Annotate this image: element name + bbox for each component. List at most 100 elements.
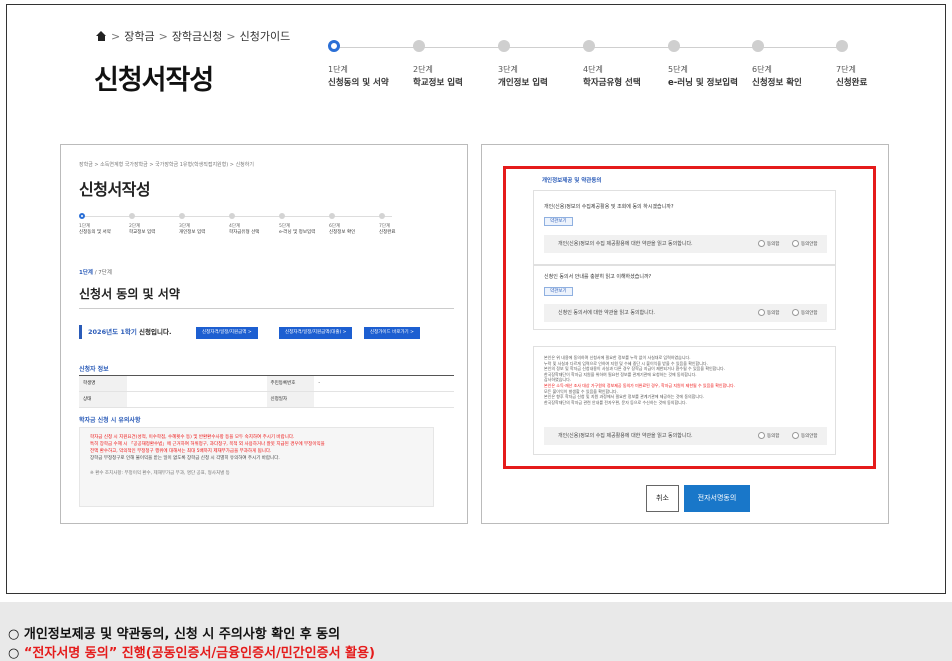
chevron-right-icon: > bbox=[226, 29, 236, 43]
step-indicator bbox=[329, 213, 335, 219]
notice-line: 전액 환수하고, 악의적인 부정청구 행위에 대해서는 최대 5배까지 제재부가… bbox=[90, 449, 272, 454]
disagree-radio[interactable]: 동의안함 bbox=[792, 309, 818, 316]
breadcrumb-item[interactable]: 장학금신청 bbox=[172, 28, 223, 44]
step-3: 3단계 개인정보 입력 bbox=[498, 40, 578, 88]
notice-line: 학자금 신청 시 지원요건(성적, 이수학점, 수혜횟수 등) 및 반환환수사항… bbox=[90, 435, 295, 440]
mini-step-1: 1단계 신청동의 및 서약 bbox=[79, 213, 129, 235]
notice-title: 학자금 신청 시 유의사항 bbox=[79, 417, 141, 424]
agree-text: 신청인 동의서에 대한 약관을 읽고 동의합니다. bbox=[558, 310, 655, 316]
mini-breadcrumb: 장학금 > 소득연계형 국가장학금 > 국가장학금 1유형(학생직접지원형) >… bbox=[79, 162, 254, 168]
mini-step-6: 6단계 신청정보 확인 bbox=[329, 213, 379, 235]
pledge-line: 한국장학재단의 학자금 관련 안내를 전자우편, 문자 등으로 수신하는 것에 … bbox=[544, 399, 687, 405]
mini-step-7: 7단계 신청완료 bbox=[379, 213, 429, 235]
eligibility-loan-button[interactable]: 신청자격/일정/지원금액(대출) > bbox=[279, 327, 353, 339]
step-label: 학교정보 입력 bbox=[413, 78, 463, 88]
divider bbox=[79, 308, 454, 309]
notice-line: ※ 환수 조치사항: 부정이익 환수, 제재부가금 부과, 명단 공표, 형사처… bbox=[90, 471, 230, 476]
step-indicator bbox=[836, 40, 848, 52]
consent-question: 개인(신용)정보의 수집제공활용 및 조회에 동의 하시겠습니까? bbox=[544, 204, 674, 210]
agree-radio[interactable]: 동의함 bbox=[758, 432, 779, 439]
step-5: 5단계 e-러닝 및 정보입력 bbox=[668, 40, 748, 88]
table-header: 학생명 bbox=[79, 376, 127, 391]
step-6: 6단계 신청정보 확인 bbox=[752, 40, 832, 88]
consent-question: 신청인 동의서 안내를 충분히 읽고 이해하셨습니까? bbox=[544, 274, 652, 280]
step-count: 1단계 / 7단계 bbox=[79, 268, 112, 276]
disagree-radio[interactable]: 동의안함 bbox=[792, 432, 818, 439]
step-number: 1단계 bbox=[328, 65, 348, 74]
step-7: 7단계 신청완료 bbox=[836, 40, 916, 88]
disagree-radio[interactable]: 동의안함 bbox=[792, 240, 818, 247]
mini-step-4: 4단계 학자금유형 선택 bbox=[229, 213, 279, 235]
applicant-info-table: 학생명 주민등록번호 - 상태 신청일자 bbox=[79, 375, 454, 408]
step-label: 신청완료 bbox=[379, 230, 396, 235]
chevron-right-icon: > bbox=[111, 29, 121, 43]
table-header: 상태 bbox=[79, 392, 127, 407]
step-label: 신청동의 및 서약 bbox=[328, 78, 389, 88]
step-label: 학자금유형 선택 bbox=[229, 230, 260, 235]
agree-row: 개인(신용)정보의 수집 제공활용에 대한 약관을 읽고 동의합니다. 동의함 … bbox=[544, 427, 827, 445]
step-indicator bbox=[79, 213, 85, 219]
step-label: 신청완료 bbox=[836, 78, 868, 88]
radio-label: 동의함 bbox=[767, 433, 780, 439]
total-steps: / 7단계 bbox=[92, 270, 112, 276]
step-label: e-러닝 및 정보입력 bbox=[668, 78, 738, 88]
agree-text: 개인(신용)정보의 수집 제공활용에 대한 약관을 읽고 동의합니다. bbox=[558, 433, 693, 439]
breadcrumb-item[interactable]: 신청가이드 bbox=[240, 28, 291, 44]
table-header: 주민등록번호 bbox=[266, 376, 315, 391]
step-4: 4단계 학자금유형 선택 bbox=[583, 40, 663, 88]
radio-label: 동의안함 bbox=[801, 433, 818, 439]
semester-suffix: 신청입니다. bbox=[136, 328, 172, 336]
current-step: 1단계 bbox=[79, 270, 93, 276]
table-cell: - bbox=[318, 381, 320, 386]
agree-radio[interactable]: 동의함 bbox=[758, 240, 779, 247]
table-cell bbox=[127, 376, 267, 391]
caption-line-1: ○ 개인정보제공 및 약관동의, 신청 시 주의사항 확인 후 동의 bbox=[8, 627, 341, 642]
step-2: 2단계 학교정보 입력 bbox=[413, 40, 493, 88]
notice-box: 학자금 신청 시 지원요건(성적, 이수학점, 수혜횟수 등) 및 반환환수사항… bbox=[79, 427, 434, 507]
step-number: 2단계 bbox=[413, 65, 433, 74]
agree-row: 신청인 동의서에 대한 약관을 읽고 동의합니다. 동의함 동의안함 bbox=[544, 304, 827, 322]
home-icon[interactable] bbox=[96, 31, 107, 41]
step-number: 5단계 bbox=[668, 65, 688, 74]
consent-header: 개인정보제공 및 약관동의 bbox=[542, 178, 602, 184]
step-label: 개인정보 입력 bbox=[498, 78, 548, 88]
agree-radio[interactable]: 동의함 bbox=[758, 309, 779, 316]
step-number: 4단계 bbox=[583, 65, 603, 74]
consent-card-2: 신청인 동의서 안내를 충분히 읽고 이해하셨습니까? 약관보기 신청인 동의서… bbox=[533, 265, 836, 330]
step-indicator bbox=[229, 213, 235, 219]
terms-button[interactable]: 약관보기 bbox=[544, 217, 573, 226]
radio-label: 동의안함 bbox=[801, 310, 818, 316]
step-indicator bbox=[279, 213, 285, 219]
eligibility-button[interactable]: 신청자격/일정/지원금액 > bbox=[196, 327, 258, 339]
section-title: 신청서 동의 및 서약 bbox=[79, 287, 180, 301]
mini-step-2: 2단계 학교정보 입력 bbox=[129, 213, 179, 235]
step-indicator bbox=[179, 213, 185, 219]
pledge-text: 본인은 위 내용에 동의하며 신청서에 필요한 정보를 누락 없이 사실대로 입… bbox=[544, 355, 827, 405]
step-number: 6단계 bbox=[752, 65, 772, 74]
step-indicator bbox=[668, 40, 680, 52]
step-label: 신청동의 및 서약 bbox=[79, 230, 111, 235]
stepper: 1단계 신청동의 및 서약 2단계 학교정보 입력 3단계 개인정보 입력 4단… bbox=[328, 40, 876, 100]
step-indicator bbox=[752, 40, 764, 52]
agree-text: 개인(신용)정보의 수집 제공활용에 대한 약관을 읽고 동의합니다. bbox=[558, 241, 693, 247]
cancel-button[interactable]: 취소 bbox=[646, 485, 679, 512]
terms-button[interactable]: 약관보기 bbox=[544, 287, 573, 296]
radio-icon bbox=[792, 309, 799, 316]
caption-bullet: ○ bbox=[8, 646, 24, 661]
notice-line: 특히 장학금 수혜 시 「공공재정환수법」에 근거하여 허위청구, 과다청구, … bbox=[90, 442, 325, 447]
step-number: 7단계 bbox=[836, 65, 856, 74]
step-indicator bbox=[328, 40, 340, 52]
step-indicator bbox=[498, 40, 510, 52]
table-cell bbox=[314, 392, 454, 407]
table-row: 상태 신청일자 bbox=[79, 392, 454, 408]
mini-step-5: 5단계 e-러닝 및 정보입력 bbox=[279, 213, 329, 235]
table-cell bbox=[127, 392, 267, 407]
consent-card-1: 개인(신용)정보의 수집제공활용 및 조회에 동의 하시겠습니까? 약관보기 개… bbox=[533, 190, 836, 265]
radio-icon bbox=[792, 240, 799, 247]
caption-emphasis: “전자서명 동의” 진행(공동인증서/금융인증서/민간인증서 활용) bbox=[23, 646, 375, 661]
mini-page-title: 신청서작성 bbox=[79, 180, 151, 199]
step-indicator bbox=[379, 213, 385, 219]
breadcrumb-item[interactable]: 장학금 bbox=[124, 28, 154, 44]
guide-button[interactable]: 신청가이드 바로가기 > bbox=[364, 327, 420, 339]
e-signature-button[interactable]: 전자서명동의 bbox=[684, 485, 750, 512]
